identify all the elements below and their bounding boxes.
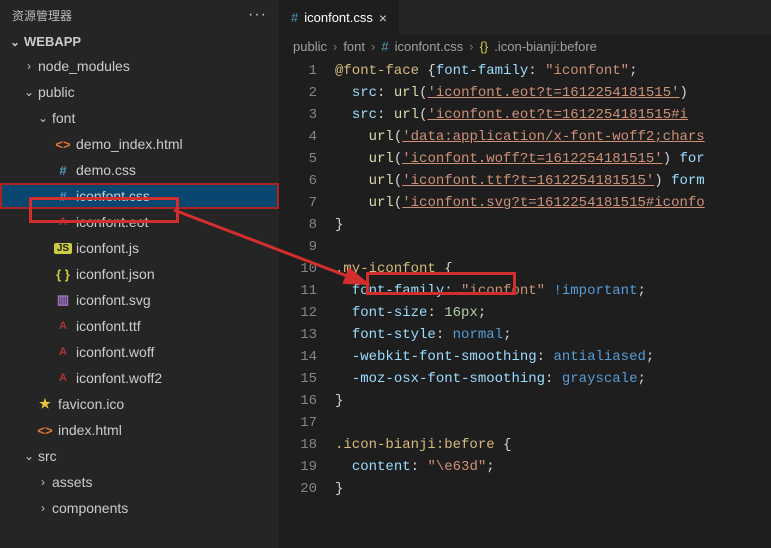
file-item[interactable]: Aiconfont.eot (0, 209, 279, 235)
folder-item[interactable]: ›node_modules (0, 53, 279, 79)
breadcrumb[interactable]: public › font › # iconfont.css › {} .ico… (279, 35, 771, 58)
file-item[interactable]: Aiconfont.woff (0, 339, 279, 365)
file-icon: # (54, 163, 72, 178)
file-item[interactable]: <> index.html (0, 417, 279, 443)
more-icon[interactable]: ··· (248, 6, 267, 24)
file-item[interactable]: { } iconfont.json (0, 261, 279, 287)
breadcrumb-segment[interactable]: .icon-bianji:before (494, 39, 597, 54)
item-label: components (52, 500, 128, 516)
item-label: src (38, 448, 57, 464)
file-item[interactable]: Aiconfont.woff2 (0, 365, 279, 391)
file-icon: ▥ (54, 292, 72, 308)
chevron-right-icon: › (36, 501, 50, 515)
chevron-down-icon: ⌄ (22, 85, 36, 99)
item-label: assets (52, 474, 92, 490)
file-tree: ›node_modules⌄public⌄font<>demo_index.ht… (0, 53, 279, 548)
chevron-down-icon: ⌄ (8, 35, 22, 49)
file-item[interactable]: Aiconfont.ttf (0, 313, 279, 339)
item-label: font (52, 110, 75, 126)
item-label: iconfont.svg (76, 292, 151, 308)
explorer-title: 资源管理器 (12, 7, 72, 24)
item-label: public (38, 84, 75, 100)
chevron-down-icon: ⌄ (22, 449, 36, 463)
file-icon: A (54, 346, 72, 358)
item-label: iconfont.css (76, 188, 150, 204)
tab-iconfont-css[interactable]: # iconfont.css × (279, 0, 400, 35)
file-icon: A (54, 216, 72, 228)
item-label: iconfont.eot (76, 214, 148, 230)
folder-item[interactable]: ›assets (0, 469, 279, 495)
workspace-root-label: WEBAPP (24, 34, 81, 49)
file-item[interactable]: JS iconfont.js (0, 235, 279, 261)
item-label: iconfont.js (76, 240, 139, 256)
folder-item[interactable]: ⌄font (0, 105, 279, 131)
item-label: demo_index.html (76, 136, 183, 152)
explorer-sidebar: 资源管理器 ··· ⌄ WEBAPP ›node_modules⌄public⌄… (0, 0, 279, 548)
tab-bar: # iconfont.css × (279, 0, 771, 35)
chevron-right-icon: › (371, 39, 375, 54)
explorer-header: 资源管理器 ··· (0, 0, 279, 30)
hash-icon: # (291, 10, 298, 25)
item-label: favicon.ico (58, 396, 124, 412)
item-label: demo.css (76, 162, 136, 178)
chevron-right-icon: › (469, 39, 473, 54)
file-item[interactable]: # iconfont.css (0, 183, 279, 209)
breadcrumb-segment[interactable]: font (343, 39, 365, 54)
item-label: iconfont.ttf (76, 318, 141, 334)
file-icon: <> (36, 423, 54, 438)
file-icon: { } (54, 267, 72, 282)
editor-pane: # iconfont.css × public › font › # iconf… (279, 0, 771, 548)
file-icon: A (54, 372, 72, 384)
hash-icon: # (381, 39, 388, 54)
chevron-right-icon: › (36, 475, 50, 489)
file-item[interactable]: ★favicon.ico (0, 391, 279, 417)
item-label: iconfont.woff (76, 344, 154, 360)
file-icon: ★ (36, 396, 54, 412)
code-content[interactable]: @font-face {font-family: "iconfont"; src… (335, 58, 771, 548)
folder-item[interactable]: ⌄src (0, 443, 279, 469)
item-label: node_modules (38, 58, 130, 74)
line-gutter: 1234567891011121314151617181920 (279, 58, 335, 548)
file-item[interactable]: <> demo_index.html (0, 131, 279, 157)
chevron-down-icon: ⌄ (36, 111, 50, 125)
file-item[interactable]: ▥iconfont.svg (0, 287, 279, 313)
breadcrumb-segment[interactable]: iconfont.css (395, 39, 464, 54)
file-icon: <> (54, 137, 72, 152)
file-icon: A (54, 320, 72, 332)
chevron-right-icon: › (22, 59, 36, 73)
item-label: iconfont.woff2 (76, 370, 162, 386)
folder-item[interactable]: ›components (0, 495, 279, 521)
close-icon[interactable]: × (379, 10, 387, 26)
file-icon: JS (54, 243, 72, 254)
file-icon: # (54, 189, 72, 204)
code-editor[interactable]: 1234567891011121314151617181920 @font-fa… (279, 58, 771, 548)
item-label: iconfont.json (76, 266, 155, 282)
tab-label: iconfont.css (304, 10, 373, 25)
workspace-root[interactable]: ⌄ WEBAPP (0, 30, 279, 53)
file-item[interactable]: # demo.css (0, 157, 279, 183)
chevron-right-icon: › (333, 39, 337, 54)
item-label: index.html (58, 422, 122, 438)
folder-item[interactable]: ⌄public (0, 79, 279, 105)
breadcrumb-segment[interactable]: public (293, 39, 327, 54)
braces-icon: {} (480, 39, 489, 54)
